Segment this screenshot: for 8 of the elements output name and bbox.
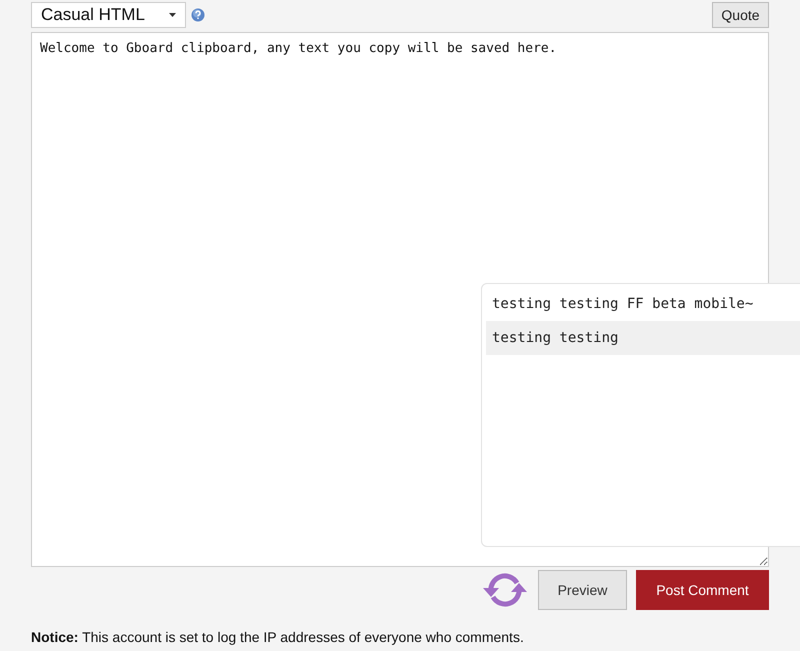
post-comment-button[interactable]: Post Comment (636, 570, 769, 610)
preview-button[interactable]: Preview (538, 570, 627, 610)
quote-button[interactable]: Quote (712, 2, 769, 28)
caret-icon (169, 12, 176, 16)
format-select[interactable]: Casual HTML (31, 2, 186, 28)
help-icon[interactable] (191, 8, 205, 22)
clipboard-item[interactable]: testing testing (486, 321, 800, 355)
notice-text: Notice: This account is set to log the IP addresses of everyone who comments. (31, 629, 525, 645)
